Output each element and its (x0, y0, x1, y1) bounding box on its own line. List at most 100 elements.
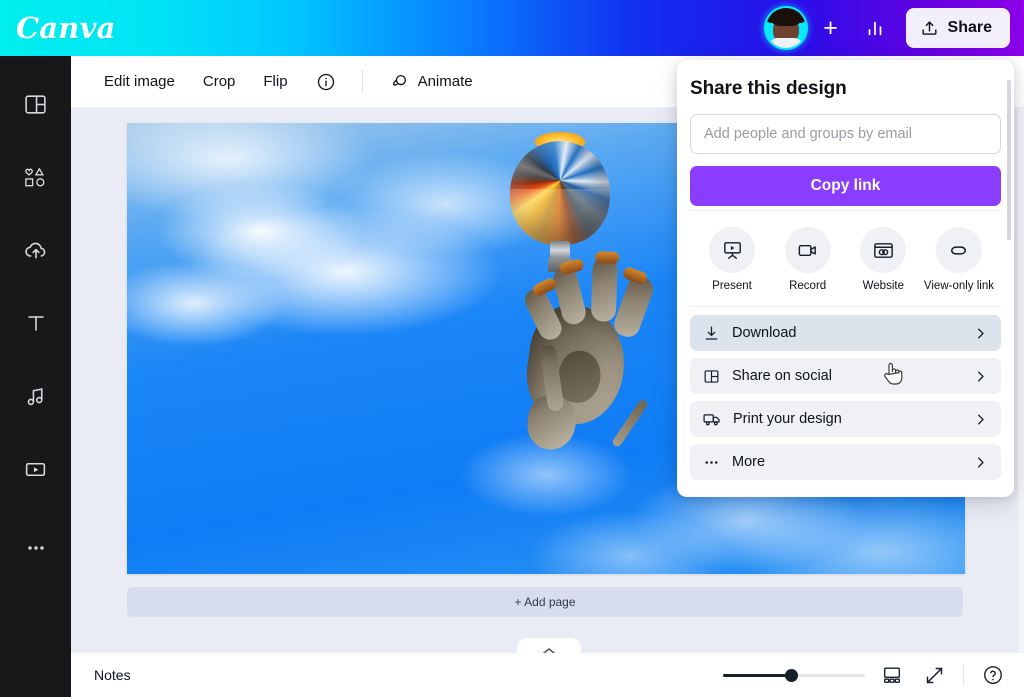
view-only-link-action-circle (935, 227, 982, 273)
chevron-right-icon (978, 328, 984, 338)
share-label: Share (947, 19, 992, 36)
present-action[interactable]: Present (696, 227, 768, 292)
website-action[interactable]: Website (847, 227, 919, 292)
expand-arrows-icon (926, 667, 942, 683)
layout-panel-icon (25, 94, 46, 114)
bar-chart-icon (868, 21, 881, 36)
help-button[interactable] (978, 660, 1008, 690)
record-action-label: Record (789, 280, 827, 292)
record-action-circle (784, 227, 831, 273)
avatar-image (765, 8, 806, 48)
elephant-foot (558, 257, 585, 276)
avatar-shirt (768, 38, 803, 48)
animate-icon (392, 74, 406, 86)
canva-editor-window: Canva + Copy link Share (0, 0, 1024, 697)
avatar[interactable] (765, 8, 806, 48)
print-your-design-row-label: Print your design (733, 411, 842, 427)
balloon-artwork (462, 123, 682, 483)
delivery-truck-icon (703, 414, 720, 426)
notes-button[interactable]: Notes (85, 660, 140, 690)
header-actions: + Copy link Share (765, 8, 1010, 48)
share-panel-scrollbar[interactable] (1007, 80, 1011, 240)
sidebar-item-elements[interactable] (10, 151, 62, 203)
more-row[interactable]: More (690, 444, 1001, 480)
download-row[interactable]: Download (690, 315, 1001, 351)
share-email-input[interactable] (690, 114, 1001, 154)
elephant-leg (590, 257, 618, 322)
app-header: Canva + Copy link Share (0, 0, 1024, 56)
text-t-icon (27, 316, 44, 331)
website-action-label: Website (862, 280, 904, 292)
pages-grid-icon (883, 667, 901, 683)
elephant-foot (595, 251, 620, 264)
share-on-social-row[interactable]: Share on social (690, 358, 1001, 394)
zoom-slider[interactable] (723, 667, 865, 683)
ellipsis-icon (27, 546, 44, 550)
canva-logo[interactable]: Canva (16, 11, 116, 45)
sidebar-item-videos[interactable] (10, 443, 62, 495)
info-icon (317, 73, 334, 90)
zoom-slider-fill (723, 674, 791, 677)
add-page-label: + Add page (514, 595, 576, 609)
cloud-upload-icon (24, 242, 45, 259)
share-button[interactable]: Copy link Share (905, 8, 1010, 48)
chevron-right-icon (978, 414, 984, 424)
fullscreen-button[interactable] (919, 660, 949, 690)
notes-label: Notes (94, 667, 131, 683)
collapse-panel-toggle[interactable] (517, 638, 581, 653)
chain-link-icon (951, 245, 967, 255)
copy-link-button[interactable]: Copy link (690, 166, 1001, 206)
bottom-bar: Notes (71, 653, 1024, 697)
tool-info[interactable] (303, 64, 349, 100)
sidebar-item-uploads[interactable] (10, 224, 62, 276)
upload-icon (921, 20, 937, 35)
tool-edit-image[interactable]: Edit image (91, 64, 188, 100)
tool-crop-label: Crop (202, 73, 236, 90)
chevron-up-icon (543, 648, 555, 653)
share-on-social-row-label: Share on social (732, 368, 832, 384)
shapes-icon (25, 166, 45, 186)
record-action[interactable]: Record (772, 227, 844, 292)
website-action-circle (860, 227, 907, 273)
sidebar-item-audio[interactable] (10, 370, 62, 422)
chevron-right-icon (978, 371, 984, 381)
sidebar-item-more[interactable] (10, 522, 62, 574)
download-row-label: Download (732, 325, 797, 341)
add-collaborator-button[interactable]: + (818, 15, 844, 41)
video-play-icon (25, 462, 46, 476)
avatar-hair (765, 8, 806, 26)
toolbar-divider (361, 69, 363, 94)
tool-edit-image-label: Edit image (104, 73, 175, 90)
bottom-bar-right (723, 660, 1008, 690)
sidebar-item-text[interactable] (10, 297, 62, 349)
left-sidebar (0, 56, 71, 697)
elephant-figure (476, 232, 674, 469)
browser-window-icon (873, 242, 893, 258)
share-options-list: Download Share on social Print your desi… (690, 306, 1001, 480)
tool-flip-label: Flip (263, 73, 288, 90)
insights-button[interactable] (856, 9, 894, 47)
music-note-icon (27, 387, 43, 405)
present-action-circle (709, 227, 755, 273)
zoom-slider-thumb[interactable] (785, 669, 798, 682)
bottom-divider (963, 664, 964, 686)
tool-crop[interactable]: Crop (190, 64, 249, 100)
right-rail (1018, 56, 1024, 653)
grid-view-button[interactable] (877, 660, 907, 690)
tool-animate[interactable]: Animate (376, 64, 486, 100)
chevron-right-icon (978, 457, 984, 467)
download-icon (705, 326, 718, 340)
elephant-leg (610, 273, 657, 341)
view-only-link-action[interactable]: View-only link (923, 227, 995, 292)
sidebar-item-design[interactable] (10, 78, 62, 130)
print-your-design-row[interactable]: Print your design (690, 401, 1001, 437)
share-panel: Share this design Copy link Present (677, 60, 1014, 497)
present-action-label: Present (712, 280, 752, 292)
add-page-button[interactable]: + Add page (127, 587, 963, 617)
tool-flip[interactable]: Flip (250, 64, 300, 100)
share-quick-actions: Present Record Website View-only link (690, 210, 1001, 306)
elephant-tail (611, 398, 649, 449)
video-camera-icon (798, 244, 817, 256)
ellipsis-icon (705, 460, 718, 464)
view-only-link-action-label: View-only link (923, 280, 995, 292)
